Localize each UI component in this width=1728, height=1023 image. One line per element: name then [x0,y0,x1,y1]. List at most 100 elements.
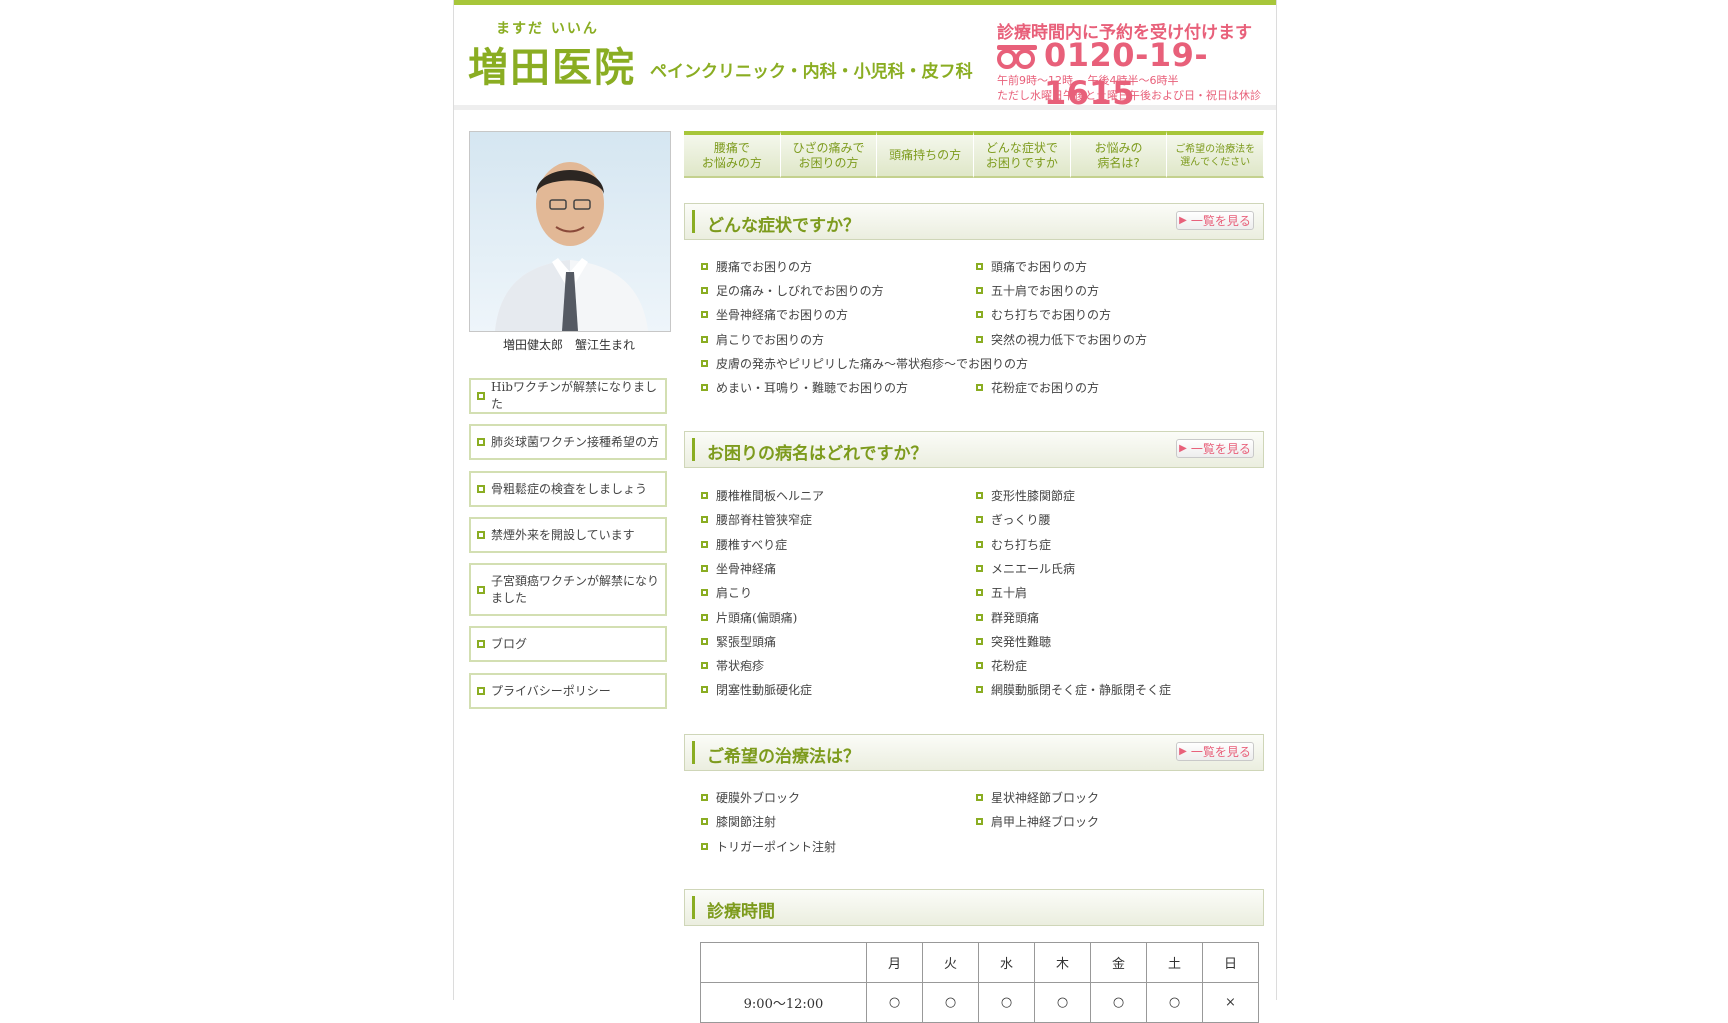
schedule-section-header: 診療時間 [684,889,1264,926]
link-text: 皮膚の発赤やピリピリした痛み～帯状疱疹～でお困りの方 [716,357,1029,371]
schedule-table: 月 火 水 木 金 土 日 9:00～12:00 ○ ○ ○ ○ ○ ○ × [700,942,1259,1023]
bullet-icon [701,384,708,391]
nav-tab-diseases[interactable]: お悩みの 病名は? [1070,131,1168,178]
link-text: 肩こりでお困りの方 [716,333,825,347]
sidebar-item-privacy-policy[interactable]: プライバシーポリシー [469,673,667,709]
bullet-icon [701,263,708,270]
list-item[interactable]: 坐骨神経痛でお困りの方 [701,306,848,323]
status-cell: ○ [1034,982,1091,1023]
view-all-button[interactable]: ▶ 一覧を見る [1176,211,1254,230]
site-header: ますだ いいん 増田医院 ペインクリニック・内科・小児科・皮フ科 診療時間内に予… [454,5,1276,112]
list-item[interactable]: 群発頭痛 [976,609,1039,626]
list-item[interactable]: 腰部脊柱管狭窄症 [701,511,812,528]
status-cell: × [1202,982,1259,1023]
bullet-icon [701,686,708,693]
list-item[interactable]: 膝関節注射 [701,813,776,830]
day-header: 火 [922,942,979,983]
nav-tab-knee-pain[interactable]: ひざの痛みで お困りの方 [780,131,878,178]
view-all-button[interactable]: ▶ 一覧を見る [1176,439,1254,458]
list-item[interactable]: 星状神経節ブロック [976,789,1099,806]
sidebar-item-hib-vaccine[interactable]: Hibワクチンが解禁になりました [469,378,667,414]
bullet-icon [701,336,708,343]
list-item[interactable]: 網膜動脈閉そく症・静脈閉そく症 [976,681,1171,698]
list-item[interactable]: 頭痛でお困りの方 [976,258,1087,275]
list-item[interactable]: トリガーポイント注射 [701,838,836,855]
link-text: 帯状疱疹 [716,659,765,673]
bullet-icon [701,589,708,596]
sidebar-item-smoking-cessation[interactable]: 禁煙外来を開設しています [469,517,667,553]
list-item[interactable]: 硬膜外ブロック [701,789,800,806]
bullet-icon [701,541,708,548]
time-cell: 9:00～12:00 [700,982,867,1023]
list-item[interactable]: 緊張型頭痛 [701,633,776,650]
link-text: 突然の視力低下でお困りの方 [991,333,1148,347]
list-item[interactable]: 花粉症でお困りの方 [976,379,1099,396]
list-item[interactable]: むち打ちでお困りの方 [976,306,1111,323]
sidebar-item-osteoporosis[interactable]: 骨粗鬆症の検査をしましょう [469,471,667,507]
list-item[interactable]: 坐骨神経痛 [701,560,776,577]
section-title: 診療時間 [707,902,775,922]
list-item[interactable]: 花粉症 [976,657,1027,674]
nav-tab-headache[interactable]: 頭痛持ちの方 [877,131,975,178]
list-item[interactable]: 皮膚の発赤やピリピリした痛み～帯状疱疹～でお困りの方 [701,355,1028,372]
sidebar-item-label: ブログ [491,636,528,651]
list-item[interactable]: 突然の視力低下でお困りの方 [976,331,1147,348]
list-item[interactable]: 腰痛でお困りの方 [701,258,812,275]
list-item[interactable]: 腰椎すべり症 [701,536,787,553]
link-text: 腰椎すべり症 [716,538,788,552]
sidebar-item-label: 子宮頚癌ワクチンが解禁になりました [491,573,660,605]
list-item[interactable]: 足の痛み・しびれでお困りの方 [701,282,884,299]
list-item[interactable]: 腰椎椎間板ヘルニア [701,487,824,504]
list-item[interactable]: 五十肩でお困りの方 [976,282,1099,299]
bullet-icon [477,640,485,648]
status-cell: ○ [866,982,923,1023]
list-item[interactable]: 肩甲上神経ブロック [976,813,1099,830]
section-accent-bar [692,896,695,919]
link-text: 頭痛でお困りの方 [991,260,1088,274]
status-cell: ○ [1090,982,1147,1023]
nav-tab-back-pain[interactable]: 腰痛で お悩みの方 [684,131,781,178]
link-text: 花粉症 [991,659,1028,673]
day-header: 土 [1146,942,1203,983]
bullet-icon [701,516,708,523]
bullet-icon [976,492,983,499]
bullet-icon [976,662,983,669]
list-item[interactable]: 肩こりでお困りの方 [701,331,824,348]
list-item[interactable]: 帯状疱疹 [701,657,764,674]
link-text: 突発性難聴 [991,635,1052,649]
clinic-logo[interactable]: 増田医院 [468,35,636,93]
status-cell: ○ [1146,982,1203,1023]
sidebar-item-hpv-vaccine[interactable]: 子宮頚癌ワクチンが解禁になりました [469,563,667,616]
list-item[interactable]: 閉塞性動脈硬化症 [701,681,812,698]
list-item[interactable]: メニエール氏病 [976,560,1075,577]
list-item[interactable]: 五十肩 [976,584,1027,601]
link-text: 緊張型頭痛 [716,635,777,649]
doctor-photo [469,131,671,332]
bullet-icon [701,287,708,294]
link-text: 五十肩でお困りの方 [991,284,1100,298]
bullet-icon [976,287,983,294]
view-all-label: 一覧を見る [1190,442,1251,456]
doctor-caption: 増田健太郎 蟹江生まれ [502,338,635,352]
page: ますだ いいん 増田医院 ペインクリニック・内科・小児科・皮フ科 診療時間内に予… [453,0,1277,1023]
sidebar-item-blog[interactable]: ブログ [469,626,667,662]
sidebar-item-pneumococcal-vaccine[interactable]: 肺炎球菌ワクチン接種希望の方 [469,424,667,460]
list-item[interactable]: 突発性難聴 [976,633,1051,650]
arrow-right-icon: ▶ [1179,215,1187,226]
blank-header-cell [700,942,867,983]
list-item[interactable]: 肩こり [701,584,752,601]
hours-text: 午前9時～12時 午後4時半～6時半 [997,74,1179,87]
list-item[interactable]: 片頭痛(偏頭痛) [701,609,797,626]
sidebar-item-label: 禁煙外来を開設しています [491,527,635,542]
section-title: ご希望の治療法は？ [707,747,860,767]
list-item[interactable]: むち打ち症 [976,536,1051,553]
list-item[interactable]: 変形性膝関節症 [976,487,1075,504]
link-text: 五十肩 [991,586,1028,600]
list-item[interactable]: ぎっくり腰 [976,511,1051,528]
nav-tab-treatments[interactable]: ご希望の治療法を 選んでください [1167,131,1265,178]
view-all-button[interactable]: ▶ 一覧を見る [1176,742,1254,761]
list-item[interactable]: めまい・耳鳴り・難聴でお困りの方 [701,379,908,396]
nav-tab-symptoms[interactable]: どんな症状で お困りですか [974,131,1071,178]
doctor-portrait-image [470,132,670,331]
link-text: 変形性膝関節症 [991,489,1076,503]
